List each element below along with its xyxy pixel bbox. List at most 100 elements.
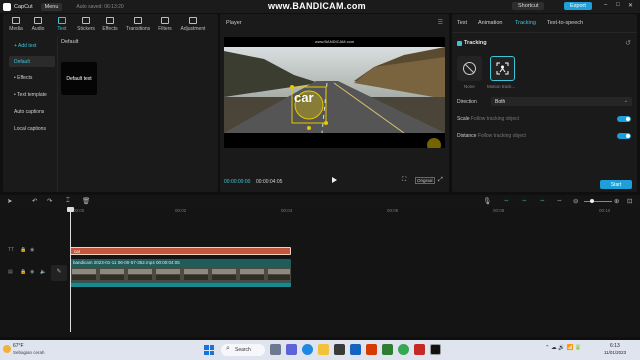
link-main-track-icon[interactable]: ⇔	[503, 197, 510, 204]
eye-icon[interactable]: ◉	[30, 247, 34, 253]
tab-audio[interactable]: Audio	[27, 17, 49, 32]
autosave-status: Auto saved: 06:13:20	[76, 3, 124, 10]
tab-transitions[interactable]: Transitions	[125, 17, 151, 32]
tab-adjustment[interactable]: Adjustment	[178, 17, 208, 32]
tab-effects[interactable]: Effects	[99, 17, 121, 32]
clock-time[interactable]: 6:13	[610, 343, 620, 349]
player-menu-icon[interactable]: ☰	[438, 19, 443, 26]
audio-waveform	[70, 283, 291, 287]
tab-text[interactable]: Text	[51, 17, 73, 32]
total-timecode: 00:00:04:05	[256, 179, 283, 185]
split-icon[interactable]: ⌶	[66, 197, 70, 205]
direction-select[interactable]: Both ⌄	[491, 97, 632, 106]
fullscreen-icon[interactable]: ⤢	[438, 177, 443, 184]
video-clip[interactable]: bandicam 2023-01-11 06-00-57-352.mp4 00:…	[70, 259, 291, 287]
scale-toggle[interactable]	[617, 116, 631, 122]
system-tray[interactable]: ⌃ ☁ 🔊 📶 🔋	[545, 345, 582, 351]
weather-sun-icon[interactable]	[3, 345, 11, 353]
weather-temperature[interactable]: 67°F	[13, 343, 24, 349]
zoom-slider[interactable]	[584, 201, 612, 202]
chevron-down-icon: ⌄	[623, 98, 628, 104]
maximize-icon[interactable]: □	[616, 2, 620, 8]
text-clip[interactable]: car	[70, 247, 291, 255]
tab-text-props[interactable]: Text	[457, 20, 467, 26]
microphone-icon[interactable]: 🎙	[483, 197, 491, 205]
weather-description[interactable]: Sebagian cerah	[13, 350, 45, 355]
media-icon	[12, 17, 20, 24]
zoom-slider-handle[interactable]	[590, 199, 594, 203]
tab-text-to-speech[interactable]: Text-to-speech	[547, 20, 583, 26]
excel-icon[interactable]	[382, 344, 393, 355]
timeline[interactable]: 00:00 00:02 00:04 00:06 00:08 00:10 TT 🔒…	[0, 207, 640, 337]
fit-screen-icon[interactable]: ⛶	[402, 177, 406, 184]
add-text-button[interactable]: + Add text	[9, 40, 55, 51]
file-explorer-icon[interactable]	[318, 344, 329, 355]
magnet-icon[interactable]: ⇔	[521, 197, 528, 204]
overlay-text[interactable]: car	[294, 90, 314, 105]
scale-label-text: Scale	[457, 116, 470, 122]
undo-icon[interactable]: ↶	[32, 197, 37, 205]
player-title: Player	[226, 20, 242, 26]
export-button[interactable]: Export	[564, 2, 592, 10]
lock-icon[interactable]: 🔒	[20, 247, 26, 253]
redo-icon[interactable]: ↷	[47, 197, 52, 205]
playhead[interactable]	[70, 207, 71, 332]
motion-tracking-option[interactable]	[490, 56, 515, 81]
tab-filters[interactable]: Filters	[154, 17, 176, 32]
timeline-toolbar: ➤ ↶ ↷ ⌶ 🗑 🎙 ⇔ ⇔ ⇔ ⇔ ⊖ ⊕ ⊡	[0, 195, 640, 207]
preview-axis-icon[interactable]: ⇔	[556, 197, 563, 204]
tab-stickers[interactable]: Stickers	[75, 17, 97, 32]
video-frame	[224, 37, 445, 148]
default-text-card[interactable]: Default text	[61, 62, 97, 95]
close-icon[interactable]: ✕	[628, 2, 633, 9]
ruler-label: 00:02	[175, 208, 187, 213]
teams-icon[interactable]	[286, 344, 297, 355]
clock-date[interactable]: 11/01/2023	[604, 350, 626, 355]
bandicam-icon[interactable]	[414, 344, 425, 355]
tracking-checkbox[interactable]	[457, 41, 462, 46]
zoom-in-icon[interactable]: ⊕	[614, 197, 619, 205]
shortcut-button[interactable]: Shortcut	[512, 2, 545, 10]
sidebar-item-auto-captions[interactable]: Auto captions	[9, 106, 55, 117]
video-preview[interactable]: www.BANDICAM.com car	[224, 37, 445, 148]
play-icon[interactable]	[332, 177, 337, 183]
select-tool-icon[interactable]: ➤	[7, 197, 12, 205]
delete-icon[interactable]: 🗑	[82, 197, 90, 205]
store-icon[interactable]	[334, 344, 345, 355]
direction-value: Both	[495, 99, 506, 105]
taskbar-search[interactable]: Search	[221, 344, 265, 356]
minimize-icon[interactable]: –	[604, 2, 607, 8]
sidebar-item-local-captions[interactable]: Local captions	[9, 123, 55, 134]
menu-button[interactable]: Menu	[40, 2, 63, 11]
time-ruler[interactable]: 00:00 00:02 00:04 00:06 00:08 00:10	[70, 207, 640, 216]
linkage-icon[interactable]: ⇔	[539, 197, 546, 204]
sidebar-item-text-template[interactable]: • Text template	[9, 89, 55, 100]
ratio-button[interactable]: Original	[415, 177, 435, 184]
eye-icon[interactable]: ◉	[30, 269, 34, 275]
capcut-icon[interactable]	[430, 344, 441, 355]
tab-animation[interactable]: Animation	[478, 20, 502, 26]
tab-media[interactable]: Media	[5, 17, 27, 32]
reset-icon[interactable]: ↺	[625, 39, 631, 47]
chrome-icon[interactable]	[398, 344, 409, 355]
task-view-icon[interactable]	[270, 344, 281, 355]
tab-tracking[interactable]: Tracking	[515, 20, 536, 26]
audio-mute-icon[interactable]: 🔈	[40, 269, 46, 275]
zoom-out-icon[interactable]: ⊖	[573, 197, 578, 205]
sidebar-item-default[interactable]: Default	[9, 56, 55, 67]
current-timecode: 00:00:00:00	[224, 179, 251, 185]
office-icon[interactable]	[366, 344, 377, 355]
sidebar-item-effects[interactable]: • Effects	[9, 72, 55, 83]
lock-icon[interactable]: 🔒	[20, 269, 26, 275]
cover-button[interactable]: ✎	[51, 265, 67, 281]
distance-toggle[interactable]	[617, 133, 631, 139]
adjustment-icon	[189, 17, 197, 24]
windows-start-icon[interactable]	[204, 345, 214, 355]
start-tracking-button[interactable]: Start	[600, 180, 632, 189]
text-track-icon: TT	[8, 247, 15, 253]
tracking-none-option[interactable]	[457, 56, 482, 81]
playhead-handle[interactable]	[67, 207, 74, 212]
edge-icon[interactable]	[302, 344, 313, 355]
fit-timeline-icon[interactable]: ⊡	[627, 197, 632, 205]
mail-icon[interactable]	[350, 344, 361, 355]
